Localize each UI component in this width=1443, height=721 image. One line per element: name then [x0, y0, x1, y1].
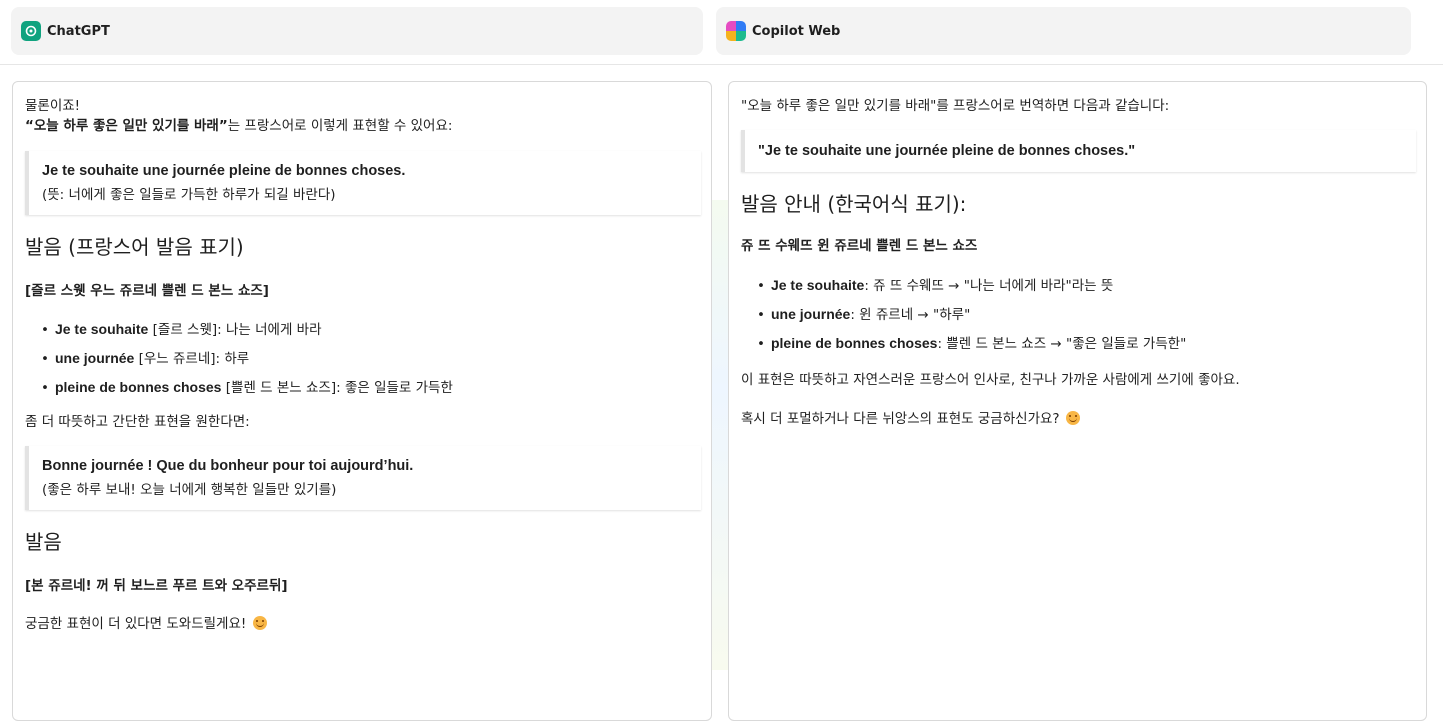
- list-item: pleine de bonnes choses: 쁠렌 드 본느 쇼즈 → "좋…: [757, 329, 1416, 358]
- usage-note: 이 표현은 따뜻하고 자연스러운 프랑스어 인사로, 친구나 가까운 사람에게 …: [741, 371, 1240, 388]
- list-item-text: [쁠렌 드 본느 쇼즈]: 좋은 일들로 가득한: [221, 379, 453, 396]
- copilot-response-panel: "오늘 하루 좋은 일만 있기를 바래"를 프랑스어로 번역하면 다음과 같습니…: [728, 81, 1427, 721]
- blockquote-translation: "Je te souhaite une journée pleine de bo…: [741, 130, 1416, 173]
- list-item-text: : 윈 쥬르네 → "하루": [850, 306, 971, 323]
- chatgpt-response: 물론이죠! “오늘 하루 좋은 일만 있기를 바래”는 프랑스어로 이렇게 표현…: [25, 96, 701, 635]
- model-tab-bar: ChatGPT Copilot Web: [0, 0, 1443, 65]
- list-item-french: une journée: [54, 349, 135, 366]
- tab-chatgpt[interactable]: ChatGPT: [11, 7, 703, 55]
- list-item-text: [즐르 스웻]: 나는 너에게 바라: [148, 321, 322, 338]
- quote-meaning: (뜻: 너에게 좋은 일들로 가득한 하루가 되길 바란다): [42, 186, 336, 203]
- list-item: une journée: 윈 쥬르네 → "하루": [757, 300, 1416, 329]
- heading-pronunciation: 발음 안내 (한국어식 표기):: [741, 192, 967, 217]
- closing-text: 혹시 더 포멀하거나 다른 뉘앙스의 표현도 궁금하신가요?: [741, 410, 1060, 427]
- list-item-french: pleine de bonnes choses: [770, 334, 938, 351]
- pronunciation-line: 쥬 뜨 수웨뜨 윈 쥬르네 쁠렌 드 본느 쇼즈: [741, 238, 978, 255]
- intro-line: "오늘 하루 좋은 일만 있기를 바래"를 프랑스어로 번역하면 다음과 같습니…: [741, 98, 1170, 114]
- pronunciation-line-2: [본 쥬르네! 꺼 뒤 보느르 푸르 트와 오주르뒤]: [25, 578, 288, 594]
- list-item-french: une journée: [770, 305, 851, 322]
- list-item-french: pleine de bonnes choses: [54, 378, 222, 395]
- intro-line: “오늘 하루 좋은 일만 있기를 바래”는 프랑스어로 이렇게 표현할 수 있어…: [25, 116, 701, 136]
- list-item-french: Je te souhaite: [770, 276, 865, 293]
- chatgpt-logo-icon: [21, 21, 41, 41]
- list-item: Je te souhaite [즐르 스웻]: 나는 너에게 바라: [41, 315, 701, 344]
- list-item-text: [우느 쥬르네]: 하루: [134, 350, 250, 367]
- quote-meaning-alt: (좋은 하루 보내! 오늘 너에게 행복한 일들만 있기를): [42, 482, 337, 498]
- copilot-logo-icon: [726, 21, 746, 41]
- alternative-intro: 좀 더 따뜻하고 간단한 표현을 원한다면:: [25, 413, 250, 430]
- background-decoration: [712, 200, 728, 670]
- closing-line: 궁금한 표현이 더 있다면 도와드릴게요!: [25, 614, 701, 634]
- copilot-response: "오늘 하루 좋은 일만 있기를 바래"를 프랑스어로 번역하면 다음과 같습니…: [741, 96, 1416, 429]
- intro-rest: 는 프랑스어로 이렇게 표현할 수 있어요:: [227, 118, 453, 135]
- closing-text: 궁금한 표현이 더 있다면 도와드릴게요!: [25, 616, 247, 633]
- greeting: 물론이죠!: [25, 98, 81, 114]
- tab-copilot-label: Copilot Web: [752, 23, 841, 39]
- list-item-french: Je te souhaite: [54, 320, 149, 337]
- blockquote-translation: Je te souhaite une journée pleine de bon…: [25, 150, 701, 215]
- heading-pronunciation-2: 발음: [25, 530, 62, 554]
- intro-bold: “오늘 하루 좋은 일만 있기를 바래”: [25, 118, 228, 135]
- smile-emoji-icon: [1065, 410, 1080, 425]
- heading-pronunciation: 발음 (프랑스어 발음 표기): [25, 234, 244, 259]
- chatgpt-response-panel: 물론이죠! “오늘 하루 좋은 일만 있기를 바래”는 프랑스어로 이렇게 표현…: [12, 81, 712, 721]
- list-item-text: : 쁠렌 드 본느 쇼즈 → "좋은 일들로 가득한": [937, 335, 1187, 352]
- tab-chatgpt-label: ChatGPT: [47, 23, 110, 39]
- smile-emoji-icon: [252, 616, 267, 631]
- blockquote-alternative: Bonne journée ! Que du bonheur pour toi …: [25, 446, 701, 510]
- quote-french-alt: Bonne journée ! Que du bonheur pour toi …: [42, 458, 414, 474]
- tab-copilot-web[interactable]: Copilot Web: [716, 7, 1411, 55]
- list-item-text: : 쥬 뜨 수웨뜨 → "나는 너에게 바라"라는 뜻: [864, 277, 1114, 294]
- breakdown-list: Je te souhaite [즐르 스웻]: 나는 너에게 바라 une jo…: [25, 315, 701, 402]
- list-item: pleine de bonnes choses [쁠렌 드 본느 쇼즈]: 좋은…: [41, 373, 701, 402]
- quote-french: Je te souhaite une journée pleine de bon…: [42, 162, 406, 179]
- breakdown-list: Je te souhaite: 쥬 뜨 수웨뜨 → "나는 너에게 바라"라는 …: [741, 271, 1416, 358]
- closing-line: 혹시 더 포멀하거나 다른 뉘앙스의 표현도 궁금하신가요?: [741, 409, 1416, 429]
- quote-french: "Je te souhaite une journée pleine de bo…: [758, 143, 1136, 160]
- list-item: Je te souhaite: 쥬 뜨 수웨뜨 → "나는 너에게 바라"라는 …: [757, 271, 1416, 300]
- list-item: une journée [우느 쥬르네]: 하루: [41, 344, 701, 373]
- pronunciation-line: [즐르 스웻 우느 쥬르네 쁠렌 드 본느 쇼즈]: [25, 282, 269, 299]
